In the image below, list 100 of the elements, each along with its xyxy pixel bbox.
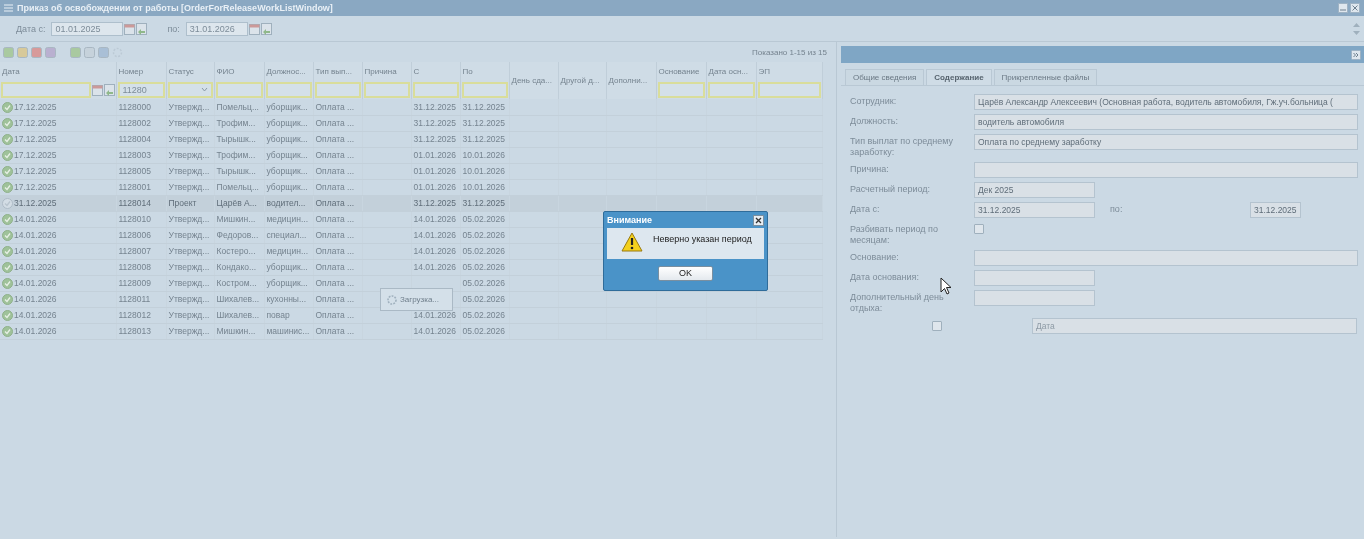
table-cell: Федоров... [214,227,264,243]
table-cell: 05.02.2026 [460,211,509,227]
table-cell: повар [264,307,313,323]
filter-field[interactable] [314,81,361,98]
checkbox[interactable] [932,321,942,331]
ok-button[interactable]: OK [658,265,713,281]
filter-field[interactable] [657,81,705,98]
table-cell: 1128009 [116,275,166,291]
filter-dropdown[interactable] [167,81,213,98]
table-cell: 14.01.2026 [411,227,460,243]
column-header[interactable]: Основание [656,62,706,80]
column-header[interactable]: Дата осн... [706,62,756,80]
clear-date-icon[interactable] [260,22,272,35]
table-cell: 1128007 [116,243,166,259]
text-field[interactable]: 31.12.2025 [1250,202,1301,218]
table-cell: уборщик... [264,163,313,179]
table-row[interactable]: 17.12.2025 1128004 Утвержд... Тырышк... уборщик... Оплата ... 31.12.2025 31.12.2025 [0,131,822,147]
column-header[interactable]: Дата [0,62,116,80]
column-header[interactable]: Статус [166,62,214,80]
table-row[interactable]: 17.12.2025 1128002 Утвержд... Трофим... уборщик... Оплата ... 31.12.2025 31.12.2025 [0,115,822,131]
filter-field[interactable] [1,81,91,98]
table-cell: Утвержд... [166,163,214,179]
field-label: Дата основания: [850,271,920,283]
table-cell: 14.01.2026 [411,211,460,227]
filter-field[interactable]: 11280 [117,81,165,98]
scroll-arrows-icon[interactable] [1352,21,1361,36]
table-cell: 01.01.2026 [411,179,460,195]
tab[interactable]: Общие сведения [845,69,925,85]
text-field[interactable]: Дек 2025 [974,182,1095,198]
table-row[interactable]: 14.01.2026 1128013 Утвержд... Мишкин... машинис... Оплата ... 14.01.2026 05.02.2026 [0,323,822,339]
filter-field[interactable] [757,81,821,98]
filter-field[interactable] [412,81,459,98]
table-row[interactable]: 17.12.2025 1128001 Утвержд... Помельц... уборщик... Оплата ... 01.01.2026 10.01.2026 [0,179,822,195]
text-field[interactable]: водитель автомобиля [974,114,1358,130]
table-cell: Тырышк... [214,131,264,147]
column-header[interactable]: ЭП [756,62,822,80]
table-cell: 14.01.2026 [0,227,116,243]
text-field[interactable] [974,250,1358,266]
column-header[interactable]: ФИО [214,62,264,80]
column-header[interactable]: По [460,62,509,80]
column-header[interactable]: Номер [116,62,166,80]
caret-icon [200,87,208,92]
table-cell: Тырышк... [214,163,264,179]
table-cell: 1128012 [116,307,166,323]
table-cell: Оплата ... [313,147,362,163]
column-header[interactable]: Должнос... [264,62,313,80]
text-field[interactable] [974,162,1358,178]
text-field[interactable]: 31.12.2025 [974,202,1095,218]
table-cell: 1128005 [116,163,166,179]
column-header[interactable]: Причина [362,62,411,80]
date-from-field[interactable]: 01.01.2025 [51,21,124,36]
calendar-icon[interactable] [248,22,260,35]
filter-field[interactable] [363,81,410,98]
text-field[interactable] [974,290,1095,306]
dialog-title: Внимание [607,215,652,225]
collapse-icon[interactable] [1351,49,1361,60]
table-row[interactable]: 17.12.2025 1128003 Утвержд... Трофим... уборщик... Оплата ... 01.01.2026 10.01.2026 [0,147,822,163]
calendar-icon[interactable] [91,83,103,96]
filter-field[interactable] [215,81,263,98]
column-header[interactable]: Другой д... [558,62,606,99]
table-cell: 17.12.2025 [0,179,116,195]
table-cell: 14.01.2026 [0,291,116,307]
text-field[interactable]: Царёв Александр Алексеевич (Основная работа, водитель автомобиля, Гж.уч.больница ( [974,94,1358,110]
tab[interactable]: Прикрепленные файлы [993,69,1098,85]
table-cell: 14.01.2026 [411,323,460,339]
table-row[interactable]: 31.12.2025 1128014 Проект Царёв А... водител... Оплата ... 31.12.2025 31.12.2025 [0,195,822,211]
table-row[interactable]: 17.12.2025 1128000 Утвержд... Помельц... уборщик... Оплата ... 31.12.2025 31.12.2025 [0,99,822,115]
table-cell: Утвержд... [166,259,214,275]
column-header[interactable]: С [411,62,460,80]
field-label: Дата с: [850,203,881,215]
text-field[interactable]: Оплата по среднему заработку [974,134,1358,150]
filter-field[interactable] [461,81,508,98]
field-label: Основание: [850,251,900,263]
text-field[interactable] [974,270,1095,286]
table-cell: Утвержд... [166,115,214,131]
table-cell: 14.01.2026 [0,275,116,291]
column-header[interactable]: Дополни... [606,62,656,99]
menu-icon[interactable] [4,4,13,12]
date-field[interactable]: Дата [1032,318,1357,334]
filter-field[interactable] [707,81,755,98]
tab[interactable]: Содержание [926,69,992,85]
table-cell: 17.12.2025 [0,115,116,131]
table-cell: уборщик... [264,131,313,147]
table-cell: 14.01.2026 [0,211,116,227]
column-header[interactable]: День сда... [509,62,558,99]
filter-field[interactable] [265,81,312,98]
close-icon[interactable] [1350,3,1360,13]
clear-date-icon[interactable] [136,22,148,35]
table-cell: 17.12.2025 [0,147,116,163]
table-row[interactable]: 17.12.2025 1128005 Утвержд... Тырышк... уборщик... Оплата ... 01.01.2026 10.01.2026 [0,163,822,179]
table-cell: уборщик... [264,179,313,195]
column-header[interactable]: Тип вып... [313,62,362,80]
minimize-icon[interactable] [1338,3,1348,13]
table-cell: уборщик... [264,99,313,115]
calendar-icon[interactable] [124,22,136,35]
close-button[interactable] [753,214,764,226]
checkbox[interactable] [974,224,984,234]
table-cell: 01.01.2026 [411,163,460,179]
clear-date-icon[interactable] [103,83,115,96]
date-to-field[interactable]: 31.01.2026 [185,21,248,36]
